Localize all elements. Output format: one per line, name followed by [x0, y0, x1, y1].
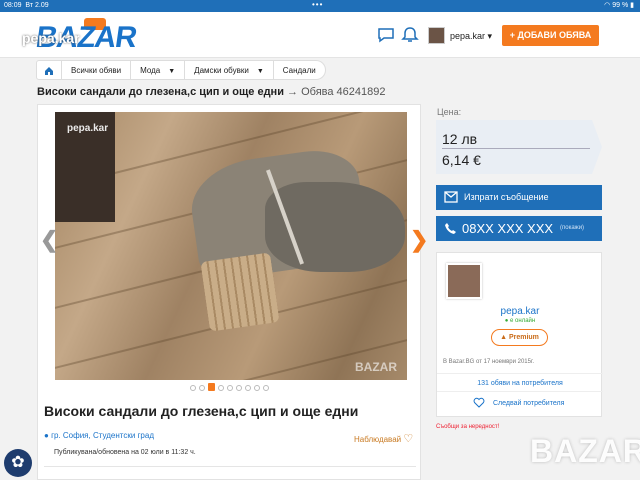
follow-seller-link[interactable]: Следвай потребителя	[437, 394, 603, 413]
seller-name[interactable]: pepa.kar	[437, 306, 603, 317]
watch-button[interactable]: Наблюдавай ♡	[354, 432, 413, 445]
price-eur: 6,14 €	[442, 152, 481, 168]
photo-brand-watermark: BAZAR	[355, 360, 397, 374]
site-header: BAZAR pepa.kar pepa.kar ▾ + ДОБАВИ ОБЯВА	[0, 12, 640, 58]
listing-photo[interactable]: pepa.kar BAZAR	[55, 112, 407, 380]
breadcrumb-all-listings[interactable]: Всички обяви	[62, 60, 132, 80]
username: pepa.kar	[450, 31, 486, 41]
breadcrumb-fashion[interactable]: Мода ▼	[131, 60, 186, 80]
heart-icon	[473, 397, 485, 408]
show-phone-button[interactable]: 08XX XXX XXX (покажи)	[436, 216, 602, 241]
heart-icon: ♡	[403, 433, 414, 445]
photo-pager-dot[interactable]	[199, 385, 205, 391]
show-phone-hint: (покажи)	[560, 225, 585, 231]
add-listing-button[interactable]: + ДОБАВИ ОБЯВА	[502, 25, 599, 46]
next-photo-arrow-icon[interactable]: ❯	[410, 229, 428, 251]
breadcrumb-home[interactable]	[36, 60, 62, 80]
multitask-dots[interactable]: •••	[312, 0, 323, 9]
price-bgn: 12 лв	[442, 131, 478, 147]
premium-badge: ▲ Premium	[491, 329, 548, 346]
photo-pager-dot[interactable]	[208, 383, 215, 391]
chevron-down-icon: ▾	[487, 31, 493, 41]
chat-icon[interactable]	[377, 26, 395, 44]
user-avatar	[428, 27, 445, 44]
ios-status-bar: 08:09 Вт 2.09 ••• ◠ 99 % ▮	[0, 0, 640, 12]
listing-title: Високи сандали до глезена,с цип и още ед…	[44, 403, 359, 419]
ad-reference: → Обява 46241892	[287, 86, 386, 98]
breadcrumb-sandals[interactable]: Сандали	[273, 60, 326, 80]
seller-avatar[interactable]	[446, 263, 482, 299]
photo-pager-dot[interactable]	[190, 385, 196, 391]
bazar-logo[interactable]: BAZAR pepa.kar	[22, 17, 138, 54]
bazar-watermark: BAZAR	[530, 433, 640, 469]
location-pin-icon: ●	[44, 431, 49, 440]
photo-watermark: pepa.kar	[67, 123, 109, 134]
listing-card: pepa.kar BAZAR ❮ ❯ Високи сандали до гле…	[37, 104, 428, 480]
photo-pager-dot[interactable]	[245, 385, 251, 391]
bell-icon: ▲	[500, 334, 507, 341]
seller-online-status: ● е онлайн	[504, 318, 536, 324]
prev-photo-arrow-icon[interactable]: ❮	[40, 229, 58, 251]
price-label: Цена:	[437, 107, 462, 117]
seller-card: pepa.kar ● е онлайн ▲ Premium В Bazar.BG…	[436, 252, 603, 417]
price-divider	[442, 148, 590, 149]
photo-pager-dot[interactable]	[227, 385, 233, 391]
envelope-icon	[444, 191, 458, 203]
photo-pager	[190, 383, 269, 391]
cookie-settings-icon[interactable]: ✿	[4, 449, 32, 477]
caret-down-icon: ▼	[168, 68, 176, 75]
home-icon	[45, 67, 53, 75]
bell-icon[interactable]	[401, 26, 419, 44]
logo-watermark: pepa.kar	[22, 30, 80, 46]
listing-location[interactable]: ● гр. София, Студентски град	[44, 431, 154, 440]
breadcrumb: Всички обяви Мода ▼ Дамски обувки ▼ Сандал…	[36, 60, 326, 80]
breadcrumb-womens-shoes[interactable]: Дамски обувки ▼	[185, 60, 274, 80]
phone-icon	[445, 223, 456, 234]
status-time: 08:09 Вт 2.09	[4, 2, 49, 9]
report-link[interactable]: Съобщи за нередност!	[436, 424, 499, 430]
divider	[44, 466, 416, 467]
battery-status: ◠ 99 % ▮	[604, 2, 634, 9]
published-date: Публикувана/обновена на 02 юли в 11:32 ч…	[54, 449, 196, 456]
send-message-button[interactable]: Изпрати съобщение	[436, 185, 602, 210]
caret-down-icon: ▼	[256, 68, 264, 75]
photo-pager-dot[interactable]	[218, 385, 224, 391]
photo-pager-dot[interactable]	[236, 385, 242, 391]
photo-pager-dot[interactable]	[263, 385, 269, 391]
seller-listings-link[interactable]: 131 обяви на потребителя	[437, 373, 603, 392]
photo-pager-dot[interactable]	[254, 385, 260, 391]
page-title: Високи сандали до глезена,с цип и още ед…	[37, 86, 386, 98]
seller-since: В Bazar.BG от 17 ноември 2015г.	[443, 359, 535, 365]
